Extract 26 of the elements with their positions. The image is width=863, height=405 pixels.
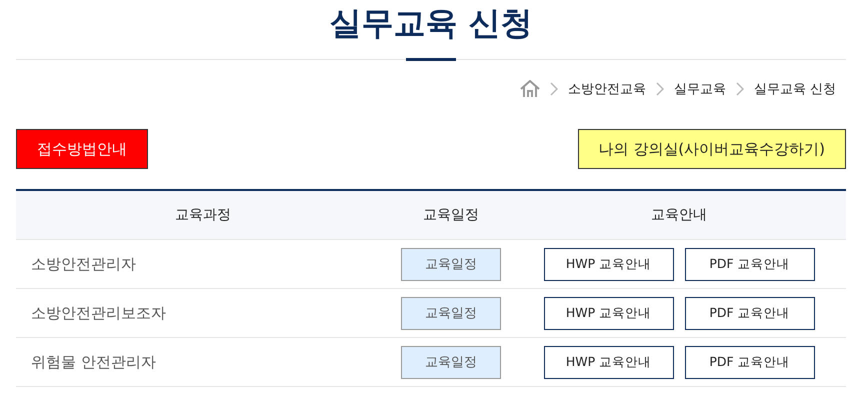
breadcrumb-link[interactable]: 실무교육 신청 xyxy=(754,80,836,98)
chevron-icon xyxy=(736,82,744,96)
download-button[interactable]: HWP 교육안내 xyxy=(544,296,674,330)
download-button[interactable]: HWP 교육안내 xyxy=(544,346,674,378)
course-name: 소방안전관리보조자 xyxy=(30,304,166,322)
chevron-icon xyxy=(656,82,664,96)
column-header: 교육과정 xyxy=(174,206,232,224)
guide-button[interactable]: 접수방법안내 xyxy=(16,129,148,169)
download-button[interactable]: PDF 교육안내 xyxy=(684,296,814,330)
course-name: 위험물 안전관리자 xyxy=(30,353,156,371)
course-name: 소방안전관리자 xyxy=(30,255,136,273)
schedule-button[interactable]: 교육일정 xyxy=(401,296,501,330)
chevron-icon xyxy=(550,82,558,96)
breadcrumb-link[interactable]: 소방안전교육 xyxy=(568,80,646,98)
schedule-button[interactable]: 교육일정 xyxy=(401,346,501,378)
column-header: 교육안내 xyxy=(650,206,708,224)
title-underline xyxy=(406,58,456,61)
download-button[interactable]: PDF 교육안내 xyxy=(684,248,814,280)
breadcrumb-link[interactable]: 실무교육 xyxy=(674,80,726,98)
home-icon[interactable] xyxy=(520,80,540,98)
download-button[interactable]: PDF 교육안내 xyxy=(684,346,814,378)
schedule-button[interactable]: 교육일정 xyxy=(401,248,501,280)
classroom-button[interactable]: 나의 강의실(사이버교육수강하기) xyxy=(578,129,846,169)
download-button[interactable]: HWP 교육안내 xyxy=(544,248,674,280)
column-header: 교육일정 xyxy=(422,206,480,224)
page-title: 실무교육 신청 xyxy=(328,3,534,44)
